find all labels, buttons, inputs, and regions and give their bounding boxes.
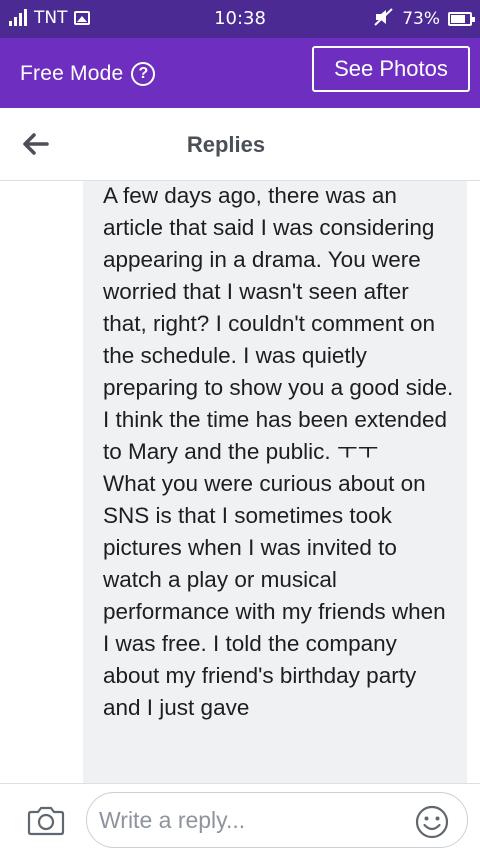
comment-text: A few days ago, there was an article tha… [103,183,454,720]
free-mode-label: Free Mode [20,62,124,85]
free-mode-info[interactable]: Free Mode ? [20,62,156,86]
replies-header: Replies [0,108,480,181]
battery-percent: 73% [402,9,440,29]
comment-bubble[interactable]: A few days ago, there was an article tha… [83,181,467,783]
free-mode-bar: Free Mode ? See Photos [0,38,480,108]
status-bar: TNT 10:38 73% [0,0,480,38]
help-icon[interactable]: ? [131,62,156,86]
page-title: Replies [186,132,266,157]
replies-content[interactable]: A few days ago, there was an article tha… [0,181,480,783]
reply-placeholder: Write a reply... [99,807,246,833]
reply-input[interactable]: Write a reply... [86,792,468,848]
emoji-icon[interactable] [415,805,449,839]
see-photos-button[interactable]: See Photos [312,46,470,92]
reply-gutter [0,181,83,783]
status-right: 73% [374,8,475,30]
camera-icon[interactable] [27,804,65,836]
reply-composer: Write a reply... [0,783,480,854]
mute-icon [374,8,394,30]
battery-icon [448,12,475,26]
